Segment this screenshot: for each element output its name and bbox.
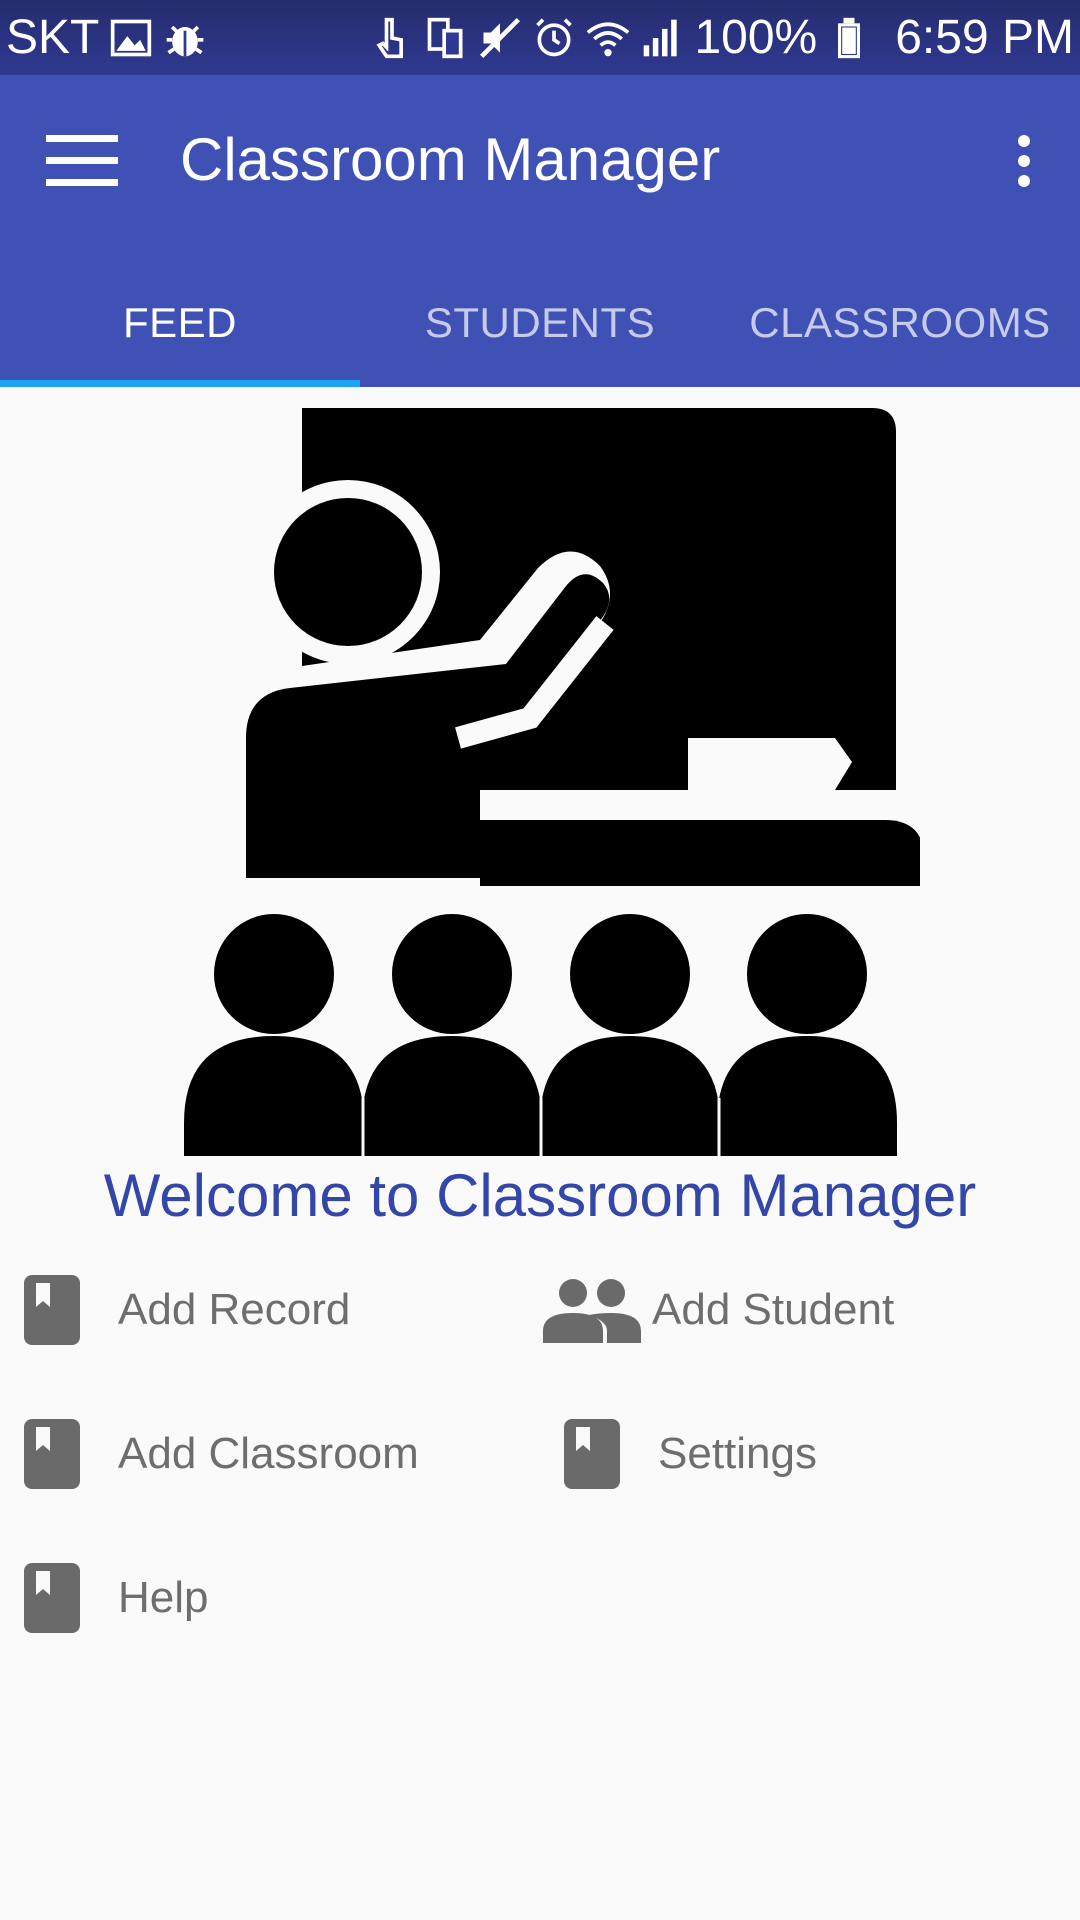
app-bar: Classroom Manager FEED STUDENTS CLASSROO… [0,75,1080,387]
tab-students[interactable]: STUDENTS [360,283,720,387]
bug-icon [163,14,207,62]
hamburger-menu-icon[interactable] [32,121,132,201]
tab-bar: FEED STUDENTS CLASSROOMS [0,283,1080,387]
help-button[interactable]: Help [10,1556,209,1640]
wifi-icon [586,14,630,62]
app-title: Classroom Manager [180,126,721,193]
more-vert-icon[interactable] [992,121,1056,201]
add-record-button[interactable]: Add Record [10,1268,350,1352]
add-classroom-button[interactable]: Add Classroom [10,1412,419,1496]
book-icon [10,1412,94,1496]
help-label: Help [118,1573,209,1622]
book-icon [10,1268,94,1352]
devices-icon [424,14,468,62]
welcome-heading: Welcome to Classroom Manager [103,1162,977,1229]
people-icon [540,1268,644,1352]
book-icon [10,1556,94,1640]
status-bar: SKT 100% 6:59 PM [0,0,1080,75]
clock: 6:59 PM [895,10,1074,64]
tab-classrooms[interactable]: CLASSROOMS [720,283,1080,387]
mute-icon [478,14,522,62]
add-record-label: Add Record [118,1285,351,1334]
toolbar: Classroom Manager [0,75,1080,247]
settings-button[interactable]: Settings [550,1412,817,1496]
touch-icon [370,14,414,62]
tab-feed[interactable]: FEED [0,283,360,387]
teacher-classroom-icon [180,408,924,1156]
alarm-icon [532,14,576,62]
image-icon [109,14,153,62]
add-classroom-label: Add Classroom [118,1429,419,1478]
carrier-label: SKT [6,10,100,64]
battery-icon [827,14,871,62]
book-icon [550,1412,634,1496]
add-student-label: Add Student [652,1285,895,1334]
signal-icon [640,14,684,62]
add-student-button[interactable]: Add Student [540,1268,894,1352]
settings-label: Settings [658,1429,817,1478]
battery-percent: 100% [694,10,818,64]
